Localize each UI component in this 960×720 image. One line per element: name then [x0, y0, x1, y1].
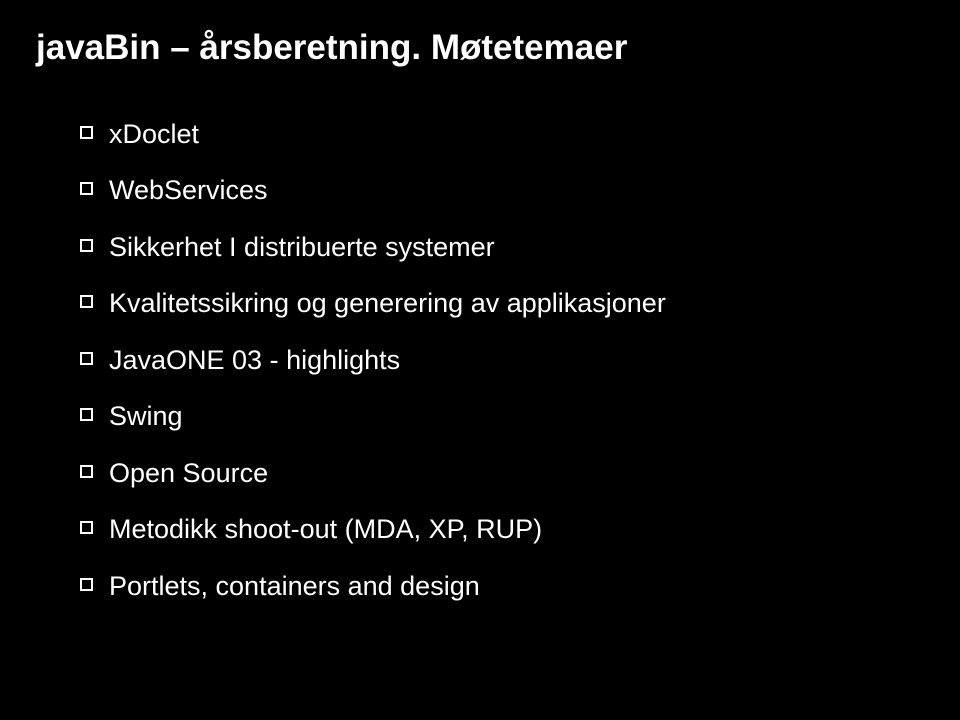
list-item: xDoclet — [80, 116, 924, 152]
list-item: Portlets, containers and design — [80, 568, 924, 604]
slide: javaBin – årsberetning. Møtetemaer xDocl… — [0, 0, 960, 720]
bullet-icon — [80, 295, 93, 308]
list-item: Kvalitetssikring og generering av applik… — [80, 285, 924, 321]
bullet-text: Sikkerhet I distribuerte systemer — [109, 229, 495, 265]
bullet-icon — [80, 578, 93, 591]
bullet-icon — [80, 182, 93, 195]
bullet-text: Portlets, containers and design — [109, 568, 480, 604]
bullet-text: JavaONE 03 - highlights — [109, 342, 400, 378]
bullet-text: xDoclet — [109, 116, 199, 152]
slide-title: javaBin – årsberetning. Møtetemaer — [36, 28, 924, 68]
bullet-icon — [80, 521, 93, 534]
list-item: JavaONE 03 - highlights — [80, 342, 924, 378]
bullet-icon — [80, 465, 93, 478]
bullet-icon — [80, 408, 93, 421]
bullet-text: Swing — [109, 398, 183, 434]
bullet-icon — [80, 239, 93, 252]
bullet-text: Open Source — [109, 455, 268, 491]
list-item: Sikkerhet I distribuerte systemer — [80, 229, 924, 265]
list-item: Metodikk shoot-out (MDA, XP, RUP) — [80, 511, 924, 547]
bullet-text: Metodikk shoot-out (MDA, XP, RUP) — [109, 511, 542, 547]
bullet-text: Kvalitetssikring og generering av applik… — [109, 285, 666, 321]
bullet-list: xDoclet WebServices Sikkerhet I distribu… — [36, 116, 924, 604]
list-item: WebServices — [80, 172, 924, 208]
list-item: Swing — [80, 398, 924, 434]
list-item: Open Source — [80, 455, 924, 491]
bullet-icon — [80, 126, 93, 139]
bullet-text: WebServices — [109, 172, 268, 208]
bullet-icon — [80, 352, 93, 365]
